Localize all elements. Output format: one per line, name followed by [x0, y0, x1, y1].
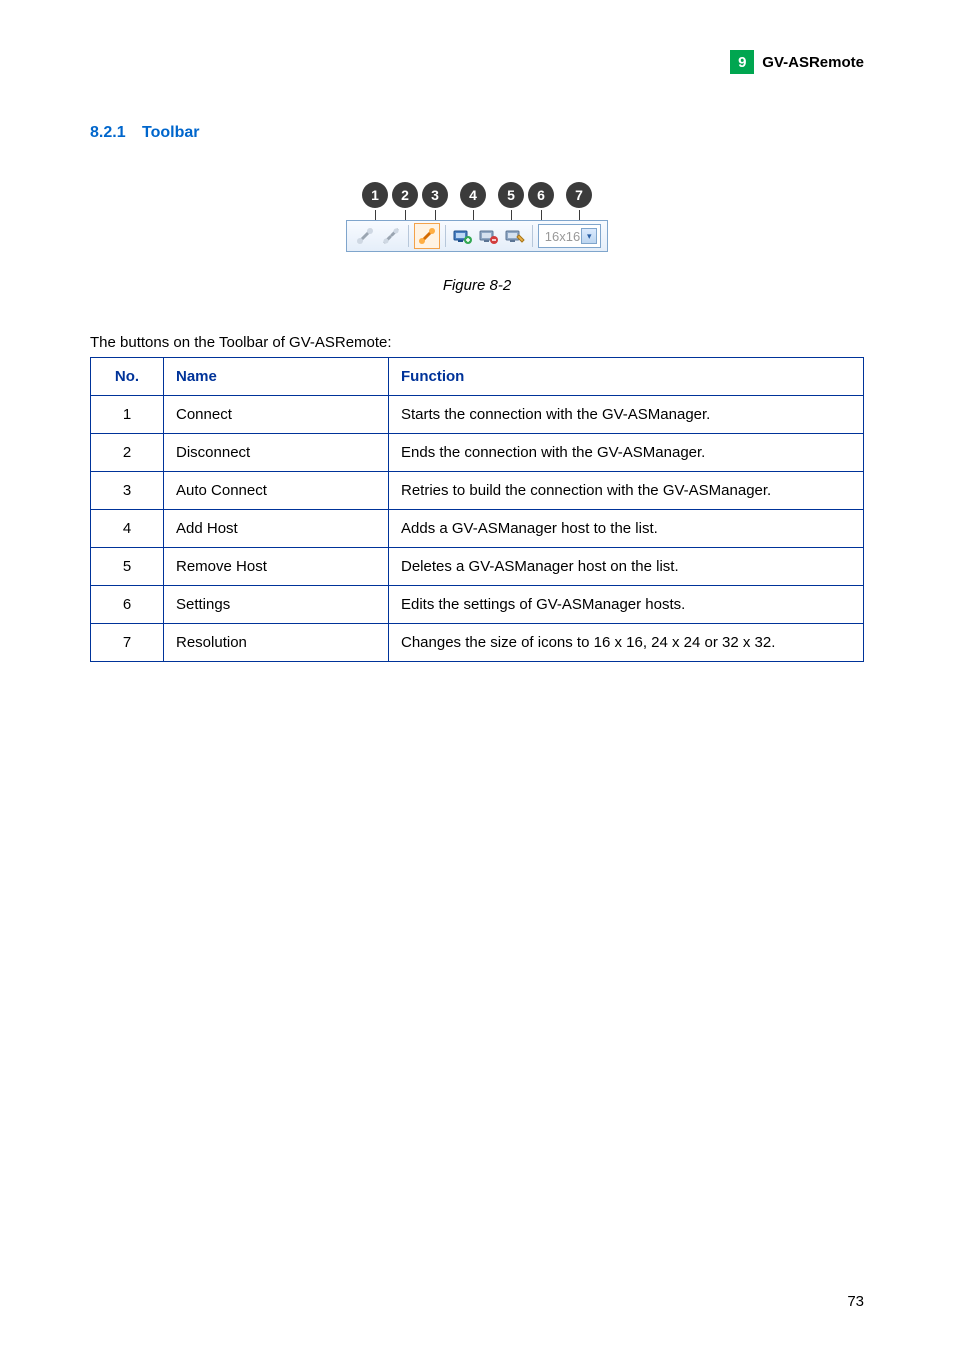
table-header-row: No. Name Function: [91, 358, 864, 396]
callout-5: 5: [498, 182, 524, 208]
page-number: 73: [847, 1293, 864, 1310]
table-row: 7 Resolution Changes the size of icons t…: [91, 624, 864, 662]
connect-icon[interactable]: [353, 224, 377, 248]
table-row: 6 Settings Edits the settings of GV-ASMa…: [91, 586, 864, 624]
table-row: 3 Auto Connect Retries to build the conn…: [91, 472, 864, 510]
col-header-func: Function: [389, 358, 864, 396]
cell-no: 4: [91, 510, 164, 548]
add-host-icon[interactable]: [451, 224, 475, 248]
cell-no: 1: [91, 396, 164, 434]
col-header-name: Name: [164, 358, 389, 396]
auto-connect-icon[interactable]: [414, 223, 440, 249]
table-row: 5 Remove Host Deletes a GV-ASManager hos…: [91, 548, 864, 586]
chevron-down-icon[interactable]: ▾: [581, 228, 597, 244]
toolbar-separator: [532, 225, 533, 247]
figure-caption: Figure 8-2: [90, 277, 864, 294]
cell-no: 3: [91, 472, 164, 510]
cell-no: 5: [91, 548, 164, 586]
callout-ticks: [90, 210, 864, 220]
table-row: 2 Disconnect Ends the connection with th…: [91, 434, 864, 472]
toolbar-bar: 16x16 ▾: [346, 220, 608, 252]
cell-name: Settings: [164, 586, 389, 624]
page-header: 9 GV-ASRemote: [90, 50, 864, 74]
callout-7: 7: [566, 182, 592, 208]
col-header-no: No.: [91, 358, 164, 396]
callout-3: 3: [422, 182, 448, 208]
cell-name: Add Host: [164, 510, 389, 548]
disconnect-icon[interactable]: [379, 224, 403, 248]
cell-name: Resolution: [164, 624, 389, 662]
toolbar-figure: 1 2 3 4 5 6 7: [90, 182, 864, 252]
cell-no: 6: [91, 586, 164, 624]
callout-2: 2: [392, 182, 418, 208]
table-row: 1 Connect Starts the connection with the…: [91, 396, 864, 434]
resolution-value: 16x16: [545, 229, 580, 244]
section-number: 8.2.1: [90, 124, 126, 141]
cell-func: Ends the connection with the GV-ASManage…: [389, 434, 864, 472]
callout-1: 1: [362, 182, 388, 208]
header-title: GV-ASRemote: [762, 54, 864, 71]
cell-func: Changes the size of icons to 16 x 16, 24…: [389, 624, 864, 662]
remove-host-icon[interactable]: [477, 224, 501, 248]
cell-func: Edits the settings of GV-ASManager hosts…: [389, 586, 864, 624]
toolbar-separator: [445, 225, 446, 247]
table-intro: The buttons on the Toolbar of GV-ASRemot…: [90, 334, 864, 351]
toolbar-separator: [408, 225, 409, 247]
cell-no: 2: [91, 434, 164, 472]
settings-icon[interactable]: [503, 224, 527, 248]
cell-name: Connect: [164, 396, 389, 434]
callouts-row: 1 2 3 4 5 6 7: [90, 182, 864, 208]
cell-name: Remove Host: [164, 548, 389, 586]
section-heading: 8.2.1 Toolbar: [90, 124, 864, 142]
cell-no: 7: [91, 624, 164, 662]
cell-func: Starts the connection with the GV-ASMana…: [389, 396, 864, 434]
callout-4: 4: [460, 182, 486, 208]
table-row: 4 Add Host Adds a GV-ASManager host to t…: [91, 510, 864, 548]
resolution-select[interactable]: 16x16 ▾: [538, 224, 601, 248]
section-title: Toolbar: [142, 124, 199, 141]
cell-name: Auto Connect: [164, 472, 389, 510]
chapter-badge: 9: [730, 50, 754, 74]
cell-func: Deletes a GV-ASManager host on the list.: [389, 548, 864, 586]
cell-func: Adds a GV-ASManager host to the list.: [389, 510, 864, 548]
callout-6: 6: [528, 182, 554, 208]
cell-func: Retries to build the connection with the…: [389, 472, 864, 510]
toolbar-table: No. Name Function 1 Connect Starts the c…: [90, 357, 864, 662]
cell-name: Disconnect: [164, 434, 389, 472]
